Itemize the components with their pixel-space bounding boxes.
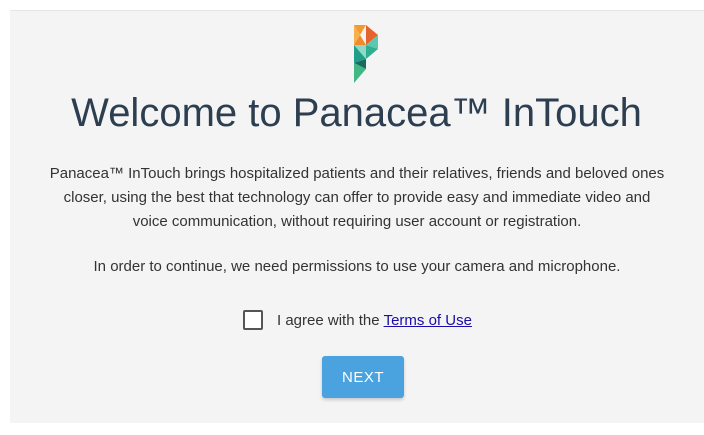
description-line: Panacea™ InTouch brings hospitalized pat… [49, 165, 665, 182]
panacea-logo-icon [354, 25, 378, 83]
agree-label: I agree with the [277, 311, 380, 329]
terms-agreement: I agree with the Terms of Use [243, 308, 472, 332]
description-line: closer, using the best that technology c… [63, 189, 651, 206]
intro-description: Panacea™ InTouch brings hospitalized pat… [0, 162, 704, 234]
page-title: Welcome to Panacea™ InTouch [71, 91, 642, 135]
permissions-notice: In order to continue, we need permission… [93, 258, 621, 275]
terms-of-use-link[interactable]: Terms of Use [384, 312, 472, 329]
description-line: voice communication, without requiring u… [132, 213, 582, 230]
welcome-page: Welcome to Panacea™ InTouch Panacea™ InT… [10, 10, 704, 423]
agree-checkbox[interactable] [243, 310, 263, 330]
next-button[interactable]: NEXT [322, 356, 404, 398]
